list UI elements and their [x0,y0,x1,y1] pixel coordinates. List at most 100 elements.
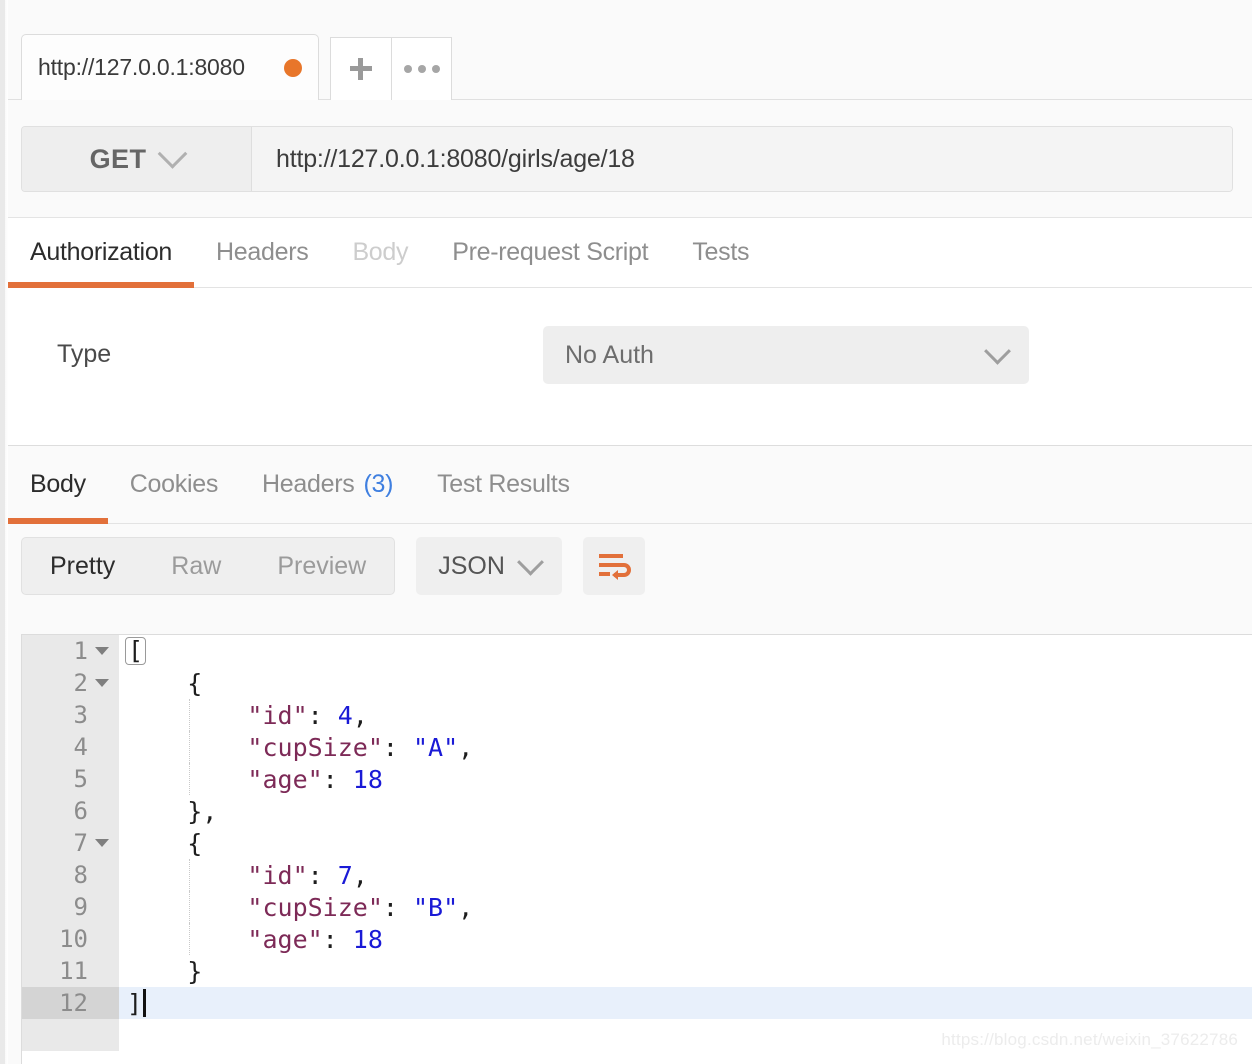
code-line[interactable]: 1[ [22,635,1252,667]
line-number: 4 [22,731,119,763]
code-line[interactable]: 4 "cupSize": "A", [22,731,1252,763]
fold-triangle-icon[interactable] [95,839,109,847]
view-mode-pretty[interactable]: Pretty [22,538,143,594]
tab-tests[interactable]: Tests [670,218,771,287]
tab-actions-group [330,37,452,100]
line-number: 1 [22,635,119,667]
json-value: 18 [352,924,383,954]
code-text: "cupSize": "B", [119,891,1252,923]
json-value: 18 [352,764,383,794]
response-body-toolbar: Pretty Raw Preview JSON [0,524,1252,608]
response-tab-test-results-label: Test Results [437,470,570,498]
view-mode-pretty-label: Pretty [50,551,116,580]
response-tab-headers-label: Headers [262,470,355,498]
code-line[interactable]: 5 "age": 18 [22,763,1252,795]
json-value: 4 [337,700,353,730]
json-key: "cupSize" [127,732,383,762]
more-options-button[interactable] [391,38,451,100]
response-format-value: JSON [438,551,505,580]
code-line[interactable]: 11 } [22,955,1252,987]
line-number: 5 [22,763,119,795]
json-punctuation: : [382,732,413,762]
json-punctuation: , [458,892,474,922]
response-headers-count: (3) [363,470,394,498]
response-tab-body-label: Body [30,470,86,498]
indent-guide [189,891,191,923]
code-text: "age": 18 [119,923,1252,955]
tab-tests-label: Tests [692,238,750,266]
response-tab-cookies-label: Cookies [129,470,219,498]
response-format-select[interactable]: JSON [416,537,562,595]
url-bar: GET http://127.0.0.1:8080/girls/age/18 [21,126,1233,192]
response-tab-body[interactable]: Body [8,446,108,524]
json-punctuation: [ [125,636,147,666]
code-line[interactable]: 12] [22,987,1252,1019]
code-line[interactable]: 2 { [22,667,1252,699]
code-text: "id": 4, [119,699,1252,731]
json-punctuation: : [307,700,338,730]
request-tab[interactable]: http://127.0.0.1:8080 [21,34,319,100]
request-tabs: Authorization Headers Body Pre-request S… [0,218,1252,288]
code-text: ] [119,987,1252,1019]
line-number: 10 [22,923,119,955]
json-punctuation: : [382,892,413,922]
json-key: "id" [127,860,308,890]
code-line[interactable]: 3 "id": 4, [22,699,1252,731]
json-punctuation: ] [127,988,143,1018]
plus-icon [350,58,372,80]
tab-authorization[interactable]: Authorization [8,218,195,288]
code-line[interactable]: 7 { [22,827,1252,859]
code-line[interactable]: 8 "id": 7, [22,859,1252,891]
auth-type-select[interactable]: No Auth [543,326,1029,384]
fold-triangle-icon[interactable] [95,647,109,655]
json-key: "age" [127,924,323,954]
json-punctuation: , [352,860,368,890]
json-key: "age" [127,764,323,794]
word-wrap-button[interactable] [582,537,645,595]
response-tab-cookies[interactable]: Cookies [108,446,240,523]
tab-pre-request-script[interactable]: Pre-request Script [430,218,670,287]
code-text: "age": 18 [119,763,1252,795]
url-input[interactable]: http://127.0.0.1:8080/girls/age/18 [252,127,1232,191]
word-wrap-icon [598,554,631,580]
fold-triangle-icon[interactable] [95,679,109,687]
code-text: }, [119,795,1252,827]
response-tab-test-results[interactable]: Test Results [415,446,592,523]
line-number: 11 [22,955,119,987]
url-bar-section: GET http://127.0.0.1:8080/girls/age/18 [0,100,1252,218]
response-tab-headers[interactable]: Headers (3) [240,446,415,523]
json-value: "A" [412,732,459,762]
code-line[interactable]: 6 }, [22,795,1252,827]
chevron-down-icon [516,548,544,576]
tab-headers-label: Headers [216,238,309,266]
tab-body-label: Body [352,238,409,266]
auth-type-value: No Auth [565,340,654,369]
json-punctuation: }, [127,796,218,826]
json-punctuation: { [127,668,203,698]
indent-guide [189,859,191,891]
code-lines: 1[2 {3 "id": 4,4 "cupSize": "A", 5 "age":… [22,635,1252,1019]
code-line[interactable]: 9 "cupSize": "B", [22,891,1252,923]
code-line[interactable]: 10 "age": 18 [22,923,1252,955]
tab-headers[interactable]: Headers [194,218,330,287]
view-mode-raw[interactable]: Raw [143,538,249,594]
chevron-down-icon [984,337,1011,365]
view-mode-raw-label: Raw [171,551,222,580]
tab-body[interactable]: Body [330,218,430,287]
tab-authorization-label: Authorization [30,238,173,266]
view-mode-preview[interactable]: Preview [249,538,394,594]
code-text: "id": 7, [119,859,1252,891]
tab-pre-request-script-label: Pre-request Script [452,238,649,266]
http-method-select[interactable]: GET [22,127,252,191]
json-key: "cupSize" [127,892,383,922]
view-mode-group: Pretty Raw Preview [21,537,396,595]
code-text: { [119,827,1252,859]
authorization-pane: Type No Auth [0,288,1252,446]
response-body-editor[interactable]: 1[2 {3 "id": 4,4 "cupSize": "A", 5 "age":… [21,634,1252,1064]
new-tab-button[interactable] [331,38,391,100]
